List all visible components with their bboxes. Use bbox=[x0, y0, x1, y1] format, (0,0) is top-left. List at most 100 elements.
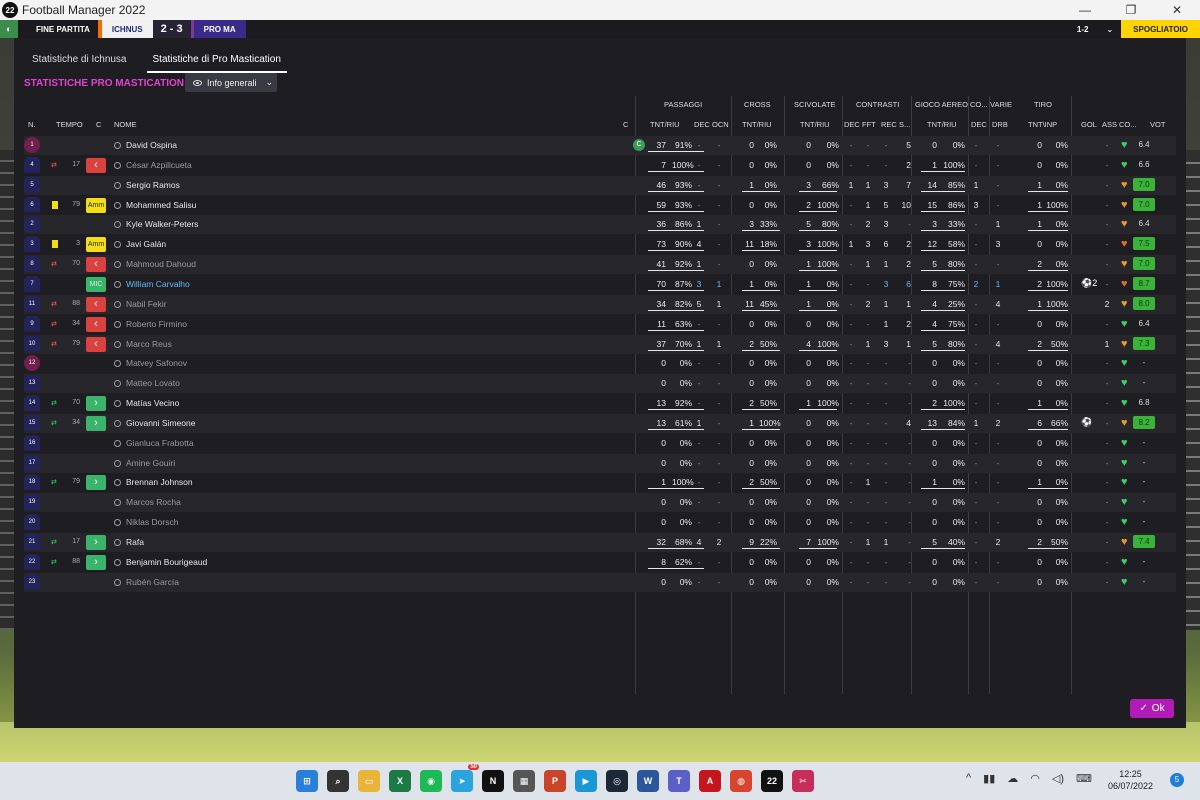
excel-icon[interactable]: X bbox=[389, 770, 411, 792]
keyboard-icon[interactable]: ⌨ bbox=[1076, 772, 1092, 785]
player-name[interactable]: Roberto Firmino bbox=[114, 319, 187, 329]
col-nome[interactable]: NOME bbox=[114, 120, 137, 129]
snipping-tool-icon[interactable]: ✂ bbox=[792, 770, 814, 792]
player-name[interactable]: William Carvalho bbox=[114, 279, 190, 289]
col-gol[interactable]: GOL bbox=[1081, 120, 1097, 129]
col-contrasti-s[interactable]: S... bbox=[899, 120, 910, 129]
telegram-icon[interactable]: ➤ 50 bbox=[451, 764, 479, 792]
onedrive-icon[interactable]: ☁ bbox=[1007, 772, 1018, 785]
col-contrasti-dec[interactable]: DEC bbox=[844, 120, 860, 129]
table-row[interactable]: 18 ⇄ 79 › Brennan Johnson 1 100% - -2 50% 0 0% -1- -1… bbox=[24, 473, 1176, 492]
col-pass-tnt[interactable]: TNT/RIU bbox=[650, 120, 680, 129]
player-name[interactable]: Javi Galán bbox=[114, 239, 166, 249]
close-button[interactable]: ✕ bbox=[1154, 3, 1200, 17]
volume-icon[interactable]: ◁) bbox=[1052, 772, 1064, 785]
player-name[interactable]: Sergio Ramos bbox=[114, 180, 180, 190]
player-name[interactable]: Rafa bbox=[114, 537, 144, 547]
player-name[interactable]: Giovanni Simeone bbox=[114, 418, 195, 428]
player-name[interactable]: Matías Vecino bbox=[114, 398, 179, 408]
player-name[interactable]: Gianluca Frabotta bbox=[114, 438, 194, 448]
col-captain[interactable]: C bbox=[623, 120, 628, 129]
table-row[interactable]: 21 ⇄ 17 › Rafa 32 68% 4 2 9 22% 7 100% -1 1-5 40% -2 2 50%… bbox=[24, 533, 1176, 552]
player-name[interactable]: Niklas Dorsch bbox=[114, 517, 178, 527]
col-c[interactable]: C bbox=[96, 120, 101, 129]
table-row[interactable]: 7 MIC William Carvalho 70 87% 3 1 1 0% 1 0% - -3 6 8 75… bbox=[24, 275, 1176, 294]
football-manager-icon[interactable]: 22 bbox=[761, 770, 783, 792]
player-name[interactable]: Mohammed Salisu bbox=[114, 200, 196, 210]
table-row[interactable]: 10 ⇄ 79 ‹ Marco Reus 37 70% 1 1 2 50% 4 100% -1 3 1 5 80%… bbox=[24, 334, 1176, 354]
start-icon[interactable]: ⊞ bbox=[296, 770, 318, 792]
player-name[interactable]: David Ospina bbox=[114, 140, 177, 150]
player-name[interactable]: Marcos Rocha bbox=[114, 497, 181, 507]
player-name[interactable]: Brennan Johnson bbox=[114, 477, 193, 487]
col-condition[interactable]: CO... bbox=[1119, 120, 1137, 129]
col-co-dec[interactable]: DEC bbox=[971, 120, 987, 129]
table-row[interactable]: 5 Sergio Ramos 46 93% - -1 0% 3 66% 1 1 3 7 14 85% 1-1 0… bbox=[24, 175, 1176, 195]
wifi-icon[interactable]: ◠ bbox=[1030, 772, 1040, 785]
col-contrasti-fft[interactable]: FFT bbox=[862, 120, 876, 129]
player-name[interactable]: Marco Reus bbox=[114, 339, 172, 349]
table-row[interactable]: 12 Matvey Safonov 0 0% - -0 0% 0 0% - - - -0 0% - -0 0% -… bbox=[24, 354, 1176, 373]
powerpoint-icon[interactable]: P bbox=[544, 770, 566, 792]
search-icon[interactable]: ⌕ bbox=[327, 770, 349, 792]
calculator-icon[interactable]: ▦ bbox=[513, 770, 535, 792]
table-row[interactable]: 20 Niklas Dorsch 0 0% - -0 0% 0 0% - - - -0 0% - -0 0% - ♥… bbox=[24, 513, 1176, 532]
col-ass[interactable]: ASS bbox=[1102, 120, 1117, 129]
notification-count[interactable]: 5 bbox=[1170, 773, 1184, 787]
col-tiro-tnt[interactable]: TNT\INP bbox=[1028, 120, 1057, 129]
file-explorer-icon[interactable]: ▭ bbox=[358, 770, 380, 792]
ok-button[interactable]: ✓ Ok bbox=[1130, 699, 1174, 718]
table-row[interactable]: 14 ⇄ 70 › Matías Vecino 13 92% - -2 50% 1 100% - - - -2… bbox=[24, 394, 1176, 413]
tab-pro-mastication-stats[interactable]: Statistiche di Pro Mastication bbox=[146, 50, 287, 73]
table-row[interactable]: 8 ⇄ 70 ‹ Mahmoud Dahoud 41 92% 1-0 0% 1 100% -1 1 2 5 8… bbox=[24, 255, 1176, 275]
col-aereo-tnt[interactable]: TNT/RIU bbox=[927, 120, 957, 129]
table-row[interactable]: 6 79 Amm Mohammed Salisu 59 93% - -0 0% 2 100% -1 5 1… bbox=[24, 196, 1176, 215]
table-row[interactable]: 4 ⇄ 17 ‹ César Azpilicueta 7 100% - -0 0% 0 0% - - -2 1… bbox=[24, 156, 1176, 175]
col-contrasti-rec[interactable]: REC bbox=[881, 120, 897, 129]
table-row[interactable]: 13 Matteo Lovato 0 0% - -0 0% 0 0% - - - -0 0% - -0 0% - ♥… bbox=[24, 374, 1176, 394]
taskbar-clock[interactable]: 12:25 06/07/2022 bbox=[1108, 768, 1153, 792]
tab-ichnusa-stats[interactable]: Statistiche di Ichnusa bbox=[26, 50, 133, 73]
audio-meter-icon[interactable]: ▮▮ bbox=[983, 772, 995, 785]
table-row[interactable]: 17 Amine Gouiri 0 0% - -0 0% 0 0% - - - -0 0% - -0 0% - ♥ - bbox=[24, 453, 1176, 473]
player-name[interactable]: Rubén García bbox=[114, 577, 179, 587]
col-pass-dec[interactable]: DEC bbox=[694, 120, 710, 129]
teams-icon[interactable]: T bbox=[668, 770, 690, 792]
col-tempo[interactable]: TEMPO bbox=[56, 120, 83, 129]
table-row[interactable]: 11 ⇄ 88 ‹ Nabil Fekir 34 82% 5 1 11 45% 1 0% -2 1 1 4 25%… bbox=[24, 294, 1176, 314]
player-name[interactable]: Mahmoud Dahoud bbox=[114, 259, 196, 269]
player-name[interactable]: Matvey Safonov bbox=[114, 358, 187, 368]
word-icon[interactable]: W bbox=[637, 770, 659, 792]
player-name[interactable]: Nabil Fekir bbox=[114, 299, 167, 309]
table-row[interactable]: 9 ⇄ 34 ‹ Roberto Firmino 11 63% - -0 0% 0 0% - -1 2 4 75… bbox=[24, 315, 1176, 334]
restore-button[interactable]: ❐ bbox=[1108, 3, 1154, 17]
table-row[interactable]: 16 Gianluca Frabotta 0 0% - -0 0% 0 0% - - - -0 0% - -0… bbox=[24, 434, 1176, 453]
col-pass-ocn[interactable]: OCN bbox=[712, 120, 729, 129]
spotify-icon[interactable]: ◉ bbox=[420, 770, 442, 792]
player-name[interactable]: Matteo Lovato bbox=[114, 378, 180, 388]
minimize-button[interactable]: — bbox=[1062, 3, 1108, 17]
table-row[interactable]: 2 Kyle Walker-Peters 36 86% 1-3 33% 5 80% -2 3-3 3… bbox=[24, 215, 1176, 235]
player-name[interactable]: Benjamin Bourigeaud bbox=[114, 557, 207, 567]
prime-video-icon[interactable]: ▶ bbox=[575, 770, 597, 792]
table-row[interactable]: 1 David Ospina C 37 91% - -0 0% 0 0% - - -5 0 0% - -0 0% -… bbox=[24, 136, 1176, 155]
col-drb[interactable]: DRB bbox=[992, 120, 1008, 129]
view-dropdown[interactable]: Info generali ⌄ bbox=[185, 73, 277, 92]
table-row[interactable]: 3 3 Amm Javi Galán 73 90% 4-11 18% 3 100% 1 3 6 2 12 58… bbox=[24, 235, 1176, 254]
dressing-room-button[interactable]: SPOGLIATOIO bbox=[1121, 20, 1200, 38]
chevron-down-icon[interactable]: ⌄ bbox=[1098, 25, 1121, 34]
chrome-icon[interactable]: ◍ bbox=[730, 770, 752, 792]
player-name[interactable]: César Azpilicueta bbox=[114, 160, 192, 170]
player-name[interactable]: Kyle Walker-Peters bbox=[114, 219, 198, 229]
player-name[interactable]: Amine Gouiri bbox=[114, 458, 175, 468]
col-vot[interactable]: VOT bbox=[1150, 120, 1165, 129]
table-row[interactable]: 19 Marcos Rocha 0 0% - -0 0% 0 0% - - - -0 0% - -0 0% - ♥ - bbox=[24, 493, 1176, 513]
col-number[interactable]: N. bbox=[28, 120, 36, 129]
table-row[interactable]: 23 Rubén García 0 0% - -0 0% 0 0% - - - -0 0% - -0 0% - ♥ - bbox=[24, 572, 1176, 592]
table-row[interactable]: 15 ⇄ 34 › Giovanni Simeone 13 61% 1-1 100% 0 0% - - -… bbox=[24, 413, 1176, 433]
show-hidden-icons-icon[interactable]: ^ bbox=[966, 772, 971, 785]
col-cross-tnt[interactable]: TNT/RIU bbox=[742, 120, 772, 129]
netflix-icon[interactable]: N bbox=[482, 770, 504, 792]
col-scivolate-tnt[interactable]: TNT/RIU bbox=[800, 120, 830, 129]
steam-icon[interactable]: ◎ bbox=[606, 770, 628, 792]
